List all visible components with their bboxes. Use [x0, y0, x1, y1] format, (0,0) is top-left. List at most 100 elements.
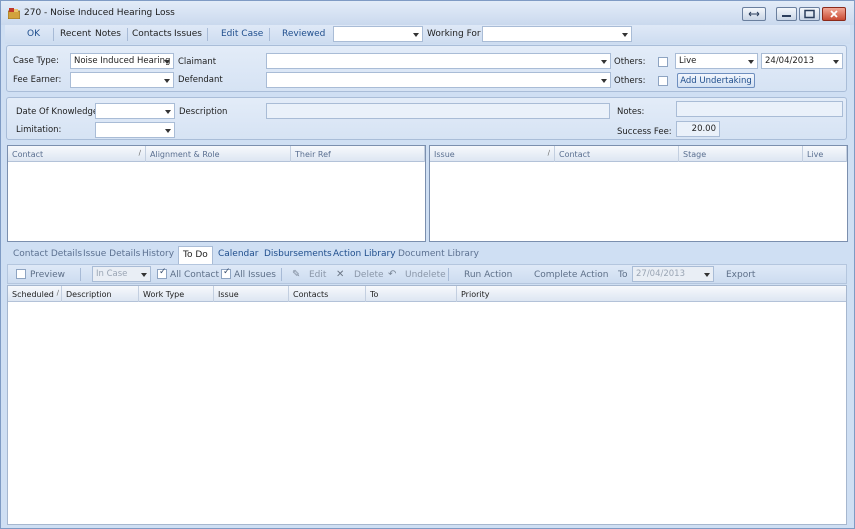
chevron-down-icon: [165, 129, 171, 133]
toolbar-separator: [127, 28, 128, 41]
chevron-down-icon: [413, 33, 419, 37]
edit-case-button[interactable]: Edit Case: [221, 29, 263, 39]
tab-contact-details[interactable]: Contact Details: [13, 249, 82, 259]
in-case-value: In Case: [96, 269, 128, 279]
in-case-dropdown[interactable]: In Case: [92, 266, 151, 282]
tab-issue-details[interactable]: Issue Details: [83, 249, 140, 259]
restore-size-icon: [748, 11, 760, 17]
chevron-down-icon: [165, 110, 171, 114]
edit-button[interactable]: Edit: [309, 270, 326, 280]
toolbar-separator: [53, 28, 54, 41]
limitation-label: Limitation:: [16, 125, 62, 135]
column-label: Issue: [434, 150, 455, 159]
maximize-icon: [804, 9, 815, 19]
column-alignment-role[interactable]: Alignment & Role: [146, 146, 291, 162]
defendant-dropdown[interactable]: [266, 72, 611, 88]
todo-grid: Scheduled ∕ Description Work Type Issue …: [7, 285, 847, 525]
toolbar-separator: [448, 268, 449, 281]
main-toolbar: OK Recent Notes Contacts Issues Edit Cas…: [5, 25, 850, 44]
case-window: 270 - Noise Induced Hearing Loss OK Rece…: [0, 0, 855, 529]
column-stage[interactable]: Stage: [679, 146, 803, 162]
tab-disbursements[interactable]: Disbursements: [264, 249, 332, 259]
column-their-ref[interactable]: Their Ref: [291, 146, 425, 162]
close-button[interactable]: [822, 7, 846, 21]
to-date-picker[interactable]: 27/04/2013: [632, 266, 714, 282]
fee-earner-dropdown[interactable]: [70, 72, 174, 88]
issues-grid-header: Issue ∕ Contact Stage Live: [430, 146, 847, 162]
date-of-knowledge-picker[interactable]: [95, 103, 175, 119]
chevron-down-icon: [704, 273, 710, 277]
tab-to-do[interactable]: To Do: [178, 246, 213, 264]
column-live[interactable]: Live: [803, 146, 847, 162]
case-date-picker[interactable]: 24/04/2013: [761, 53, 843, 69]
issues-grid: Issue ∕ Contact Stage Live: [429, 145, 848, 242]
tab-calendar[interactable]: Calendar: [218, 249, 258, 259]
column-contacts[interactable]: Contacts: [289, 286, 366, 302]
contacts-button[interactable]: Contacts: [132, 29, 172, 39]
maximize-button[interactable]: [799, 7, 820, 21]
sort-icon: ∕: [138, 149, 141, 157]
others-claimant-checkbox[interactable]: [658, 57, 668, 67]
all-contact-checkbox[interactable]: [157, 267, 167, 279]
notes-button[interactable]: Notes: [95, 29, 121, 39]
chevron-down-icon: [601, 79, 607, 83]
claimant-label: Claimant: [178, 57, 217, 67]
column-scheduled[interactable]: Scheduled ∕: [8, 286, 62, 302]
case-type-value: Noise Induced Hearing: [74, 56, 171, 66]
others-label-claimant: Others:: [614, 57, 646, 67]
reviewed-dropdown[interactable]: [333, 26, 423, 42]
delete-button[interactable]: Delete: [354, 270, 384, 280]
column-contact[interactable]: Contact: [555, 146, 679, 162]
column-issue[interactable]: Issue: [214, 286, 289, 302]
pencil-icon: ✎: [292, 269, 301, 280]
all-issues-checkbox[interactable]: [221, 267, 231, 279]
app-icon: [8, 8, 20, 19]
case-type-dropdown[interactable]: Noise Induced Hearing: [70, 53, 174, 69]
column-priority[interactable]: Priority: [457, 286, 846, 302]
fee-earner-label: Fee Earner:: [13, 75, 62, 85]
description-field[interactable]: [266, 103, 610, 119]
restore-size-button[interactable]: [742, 7, 766, 21]
column-work-type[interactable]: Work Type: [139, 286, 214, 302]
tab-action-library[interactable]: Action Library: [333, 249, 396, 259]
chevron-down-icon: [601, 60, 607, 64]
run-action-button[interactable]: Run Action: [464, 270, 512, 280]
working-for-dropdown[interactable]: [482, 26, 632, 42]
column-to[interactable]: To: [366, 286, 457, 302]
others-defendant-checkbox[interactable]: [658, 76, 668, 86]
limitation-picker[interactable]: [95, 122, 175, 138]
chevron-down-icon: [164, 60, 170, 64]
add-undertaking-button[interactable]: Add Undertaking: [677, 73, 755, 88]
case-type-label: Case Type:: [13, 56, 59, 66]
export-button[interactable]: Export: [726, 270, 755, 280]
column-contact[interactable]: Contact ∕: [8, 146, 146, 162]
chevron-down-icon: [748, 60, 754, 64]
todo-toolbar: Preview In Case All Contact All Issues ✎…: [7, 264, 847, 284]
notes-label: Notes:: [617, 107, 645, 117]
preview-checkbox[interactable]: [16, 269, 26, 279]
minimize-button[interactable]: [776, 7, 797, 21]
sort-icon: ∕: [547, 149, 550, 157]
claimant-dropdown[interactable]: [266, 53, 611, 69]
ok-button[interactable]: OK: [27, 29, 40, 39]
status-dropdown[interactable]: Live: [675, 53, 758, 69]
column-label: Contact: [12, 150, 44, 159]
all-contact-label: All Contact: [170, 270, 220, 280]
complete-action-button[interactable]: Complete Action: [534, 270, 608, 280]
column-issue[interactable]: Issue ∕: [430, 146, 555, 162]
tab-history[interactable]: History: [142, 249, 174, 259]
reviewed-button[interactable]: Reviewed: [282, 29, 325, 39]
issues-button[interactable]: Issues: [174, 29, 202, 39]
chevron-down-icon: [164, 79, 170, 83]
notes-field[interactable]: [676, 101, 843, 117]
success-fee-field[interactable]: 20.00: [676, 121, 720, 137]
case-date-value: 24/04/2013: [765, 56, 814, 66]
toolbar-separator: [269, 28, 270, 41]
tab-document-library[interactable]: Document Library: [398, 249, 479, 259]
defendant-label: Defendant: [178, 75, 223, 85]
success-fee-label: Success Fee:: [617, 127, 672, 137]
recent-button[interactable]: Recent: [60, 29, 91, 39]
column-description[interactable]: Description: [62, 286, 139, 302]
close-icon: [830, 10, 838, 18]
undelete-button[interactable]: Undelete: [405, 270, 446, 280]
